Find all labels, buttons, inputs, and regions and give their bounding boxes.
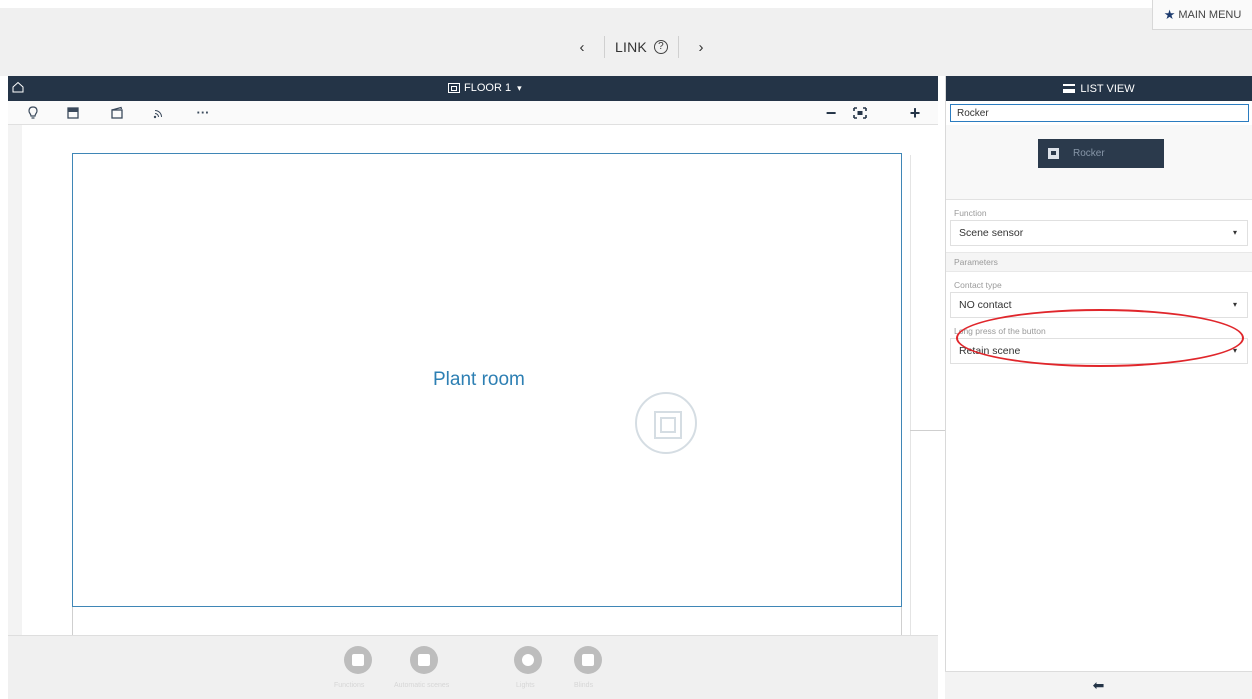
device-preview-area: Rocker [946, 125, 1252, 200]
home-icon[interactable] [12, 81, 24, 93]
page-title: LINK [615, 39, 647, 55]
room-name: Plant room [433, 369, 525, 390]
contact-type-select[interactable]: NO contact ▾ [950, 292, 1248, 318]
list-view-header[interactable]: LIST VIEW [946, 76, 1252, 101]
function-label: Function [954, 208, 987, 218]
fit-screen-icon[interactable] [849, 103, 871, 123]
separator [677, 36, 679, 58]
chevron-down-icon: ▾ [1232, 346, 1237, 355]
long-press-select[interactable]: Retain scene ▾ [950, 338, 1248, 364]
rocker-device-button[interactable]: Rocker [1038, 139, 1164, 168]
scene-icon [418, 654, 430, 666]
top-bar: ‹ LINK ? › [0, 0, 1252, 76]
long-press-value: Retain scene [959, 345, 1021, 357]
chevron-down-icon: ▾ [517, 82, 522, 93]
function-select[interactable]: Scene sensor ▾ [950, 220, 1248, 246]
floor-plan-icon [448, 83, 460, 93]
main-menu-button[interactable]: ★ MAIN MENU [1152, 0, 1252, 30]
function-value: Scene sensor [959, 227, 1024, 239]
more-icon[interactable]: ··· [194, 104, 212, 122]
plan-area: Plant room [22, 125, 952, 635]
contact-type-label: Contact type [954, 280, 1002, 290]
device-tray: Functions Automatic scenes Lights Blinds [8, 635, 938, 699]
previous-arrow-button[interactable]: ‹ [570, 39, 594, 56]
lights-button[interactable] [514, 646, 542, 674]
adjacent-room [72, 607, 902, 635]
scene-icon [352, 654, 364, 666]
functions-button[interactable] [344, 646, 372, 674]
blinds-button[interactable] [574, 646, 602, 674]
tray-label: Blinds [574, 682, 594, 689]
plan-toolbar: ··· − + [8, 101, 938, 125]
separator [604, 36, 605, 58]
help-icon[interactable]: ? [653, 40, 668, 54]
room-plant-room[interactable]: Plant room [72, 153, 902, 607]
zoom-in-button[interactable]: + [904, 103, 926, 123]
top-tab [0, 0, 165, 8]
list-icon [1063, 84, 1076, 93]
back-arrow-icon[interactable]: ⬅ [1093, 677, 1105, 694]
tray-label: Functions [334, 682, 365, 689]
lightbulb-icon [522, 654, 534, 666]
floor-title: FLOOR 1 [464, 82, 512, 94]
blind-icon[interactable] [64, 104, 82, 122]
link-navigation: ‹ LINK ? › [570, 34, 713, 60]
rocker-icon [1048, 148, 1059, 159]
scene-icon[interactable] [108, 104, 126, 122]
tray-label: Automatic scenes [394, 682, 450, 689]
chevron-down-icon: ▾ [1232, 300, 1237, 309]
blind-icon [582, 654, 594, 666]
list-view-panel: LIST VIEW Rocker Function Scene sensor ▾… [945, 76, 1252, 699]
chevron-down-icon: ▾ [1232, 228, 1237, 237]
floor-header: FLOOR 1 ▾ [8, 76, 938, 101]
star-icon: ★ [1163, 6, 1176, 22]
floor-plan-canvas[interactable]: Plant room [8, 125, 952, 635]
zoom-out-button[interactable]: − [820, 103, 842, 123]
wall-divider [910, 155, 911, 635]
main-menu-label: MAIN MENU [1178, 8, 1242, 21]
device-name-input[interactable] [950, 104, 1249, 122]
rocker-button-label: Rocker [1073, 148, 1105, 159]
rocker-device-icon[interactable] [635, 392, 697, 454]
floor-selector[interactable]: FLOOR 1 ▾ [448, 82, 522, 94]
wireless-icon[interactable] [149, 104, 167, 122]
automatic-scenes-button[interactable] [410, 646, 438, 674]
long-press-label: Long press of the button [954, 326, 1046, 336]
next-arrow-button[interactable]: › [689, 39, 713, 56]
contact-type-value: NO contact [959, 299, 1012, 311]
back-bar: ⬅ [945, 671, 1252, 699]
list-view-title: LIST VIEW [1080, 82, 1135, 95]
parameters-section-label: Parameters [946, 252, 1252, 272]
tray-label: Lights [516, 682, 535, 689]
lightbulb-icon[interactable] [24, 104, 42, 122]
